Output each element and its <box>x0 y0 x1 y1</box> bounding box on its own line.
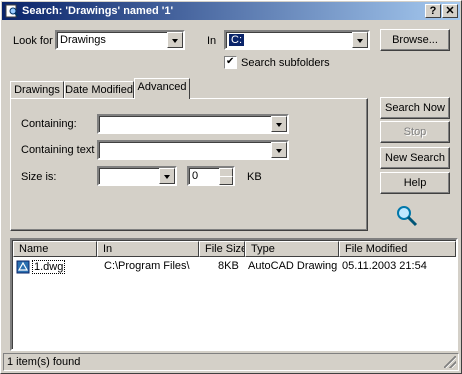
close-icon: ✕ <box>445 5 455 17</box>
chevron-down-icon[interactable] <box>167 32 183 48</box>
dwg-file-icon <box>16 260 30 274</box>
tab-date-modified[interactable]: Date Modified <box>64 81 134 99</box>
find-window: Search: 'Drawings' named '1' ? ✕ Look fo… <box>0 0 462 374</box>
containing-text-label: Containing text <box>21 144 95 156</box>
magnifier-icon <box>397 206 418 227</box>
column-header-file-modified[interactable]: File Modified <box>339 241 456 257</box>
resize-grip-icon[interactable] <box>444 356 456 368</box>
row-type: AutoCAD Drawing <box>248 260 338 272</box>
size-input[interactable]: 0 <box>187 166 235 186</box>
column-header-file-size[interactable]: File Size <box>199 241 245 257</box>
results-list[interactable]: Name In File Size Type File Modified 1.d… <box>10 238 458 351</box>
window-title: Search: 'Drawings' named '1' <box>22 5 174 17</box>
in-dropdown[interactable]: C: <box>224 30 370 50</box>
row-modified: 05.11.2003 21:54 <box>342 260 427 272</box>
chevron-down-icon[interactable] <box>159 168 175 184</box>
column-header-name[interactable]: Name <box>13 241 97 257</box>
size-operator-dropdown[interactable] <box>97 166 177 186</box>
containing-label: Containing: <box>21 118 77 130</box>
search-subfolders-checkbox[interactable]: ✔ <box>224 56 237 69</box>
browse-button[interactable]: Browse... <box>380 29 450 51</box>
look-for-value: Drawings <box>60 34 106 46</box>
containing-text-dropdown[interactable] <box>97 140 289 160</box>
help-title-button[interactable]: ? <box>425 4 441 18</box>
look-for-label: Look for <box>13 35 53 47</box>
containing-dropdown[interactable] <box>97 114 289 134</box>
size-unit-label: KB <box>247 171 262 183</box>
size-label: Size is: <box>21 171 57 183</box>
row-name[interactable]: 1.dwg <box>32 260 66 274</box>
tab-advanced[interactable]: Advanced <box>134 78 190 99</box>
search-now-button[interactable]: Search Now <box>380 97 450 119</box>
in-label: In <box>207 35 217 47</box>
close-button[interactable]: ✕ <box>442 4 458 18</box>
row-size: 8KB <box>218 260 239 272</box>
chevron-down-icon[interactable] <box>271 116 287 132</box>
column-header-type[interactable]: Type <box>245 241 339 257</box>
help-button[interactable]: Help <box>380 172 450 194</box>
stop-button[interactable]: Stop <box>380 121 450 143</box>
column-header-in[interactable]: In <box>97 241 199 257</box>
chevron-down-icon[interactable] <box>271 142 287 158</box>
new-search-button[interactable]: New Search <box>380 147 450 169</box>
look-for-dropdown[interactable]: Drawings <box>55 30 185 50</box>
title-bar[interactable]: Search: 'Drawings' named '1' ? ✕ <box>2 2 460 20</box>
status-bar: 1 item(s) found <box>3 353 459 371</box>
chevron-down-icon[interactable] <box>352 32 368 48</box>
row-in: C:\Program Files\ <box>104 260 190 272</box>
search-subfolders-label[interactable]: Search subfolders <box>241 57 330 69</box>
search-window-icon <box>5 4 19 18</box>
spin-down-icon[interactable] <box>219 176 233 185</box>
status-text: 1 item(s) found <box>7 356 81 368</box>
size-spinner[interactable] <box>219 168 233 186</box>
size-value: 0 <box>192 170 199 182</box>
tab-drawings[interactable]: Drawings <box>10 81 64 99</box>
checkmark-icon: ✔ <box>226 56 235 67</box>
in-value: C: <box>229 34 244 46</box>
